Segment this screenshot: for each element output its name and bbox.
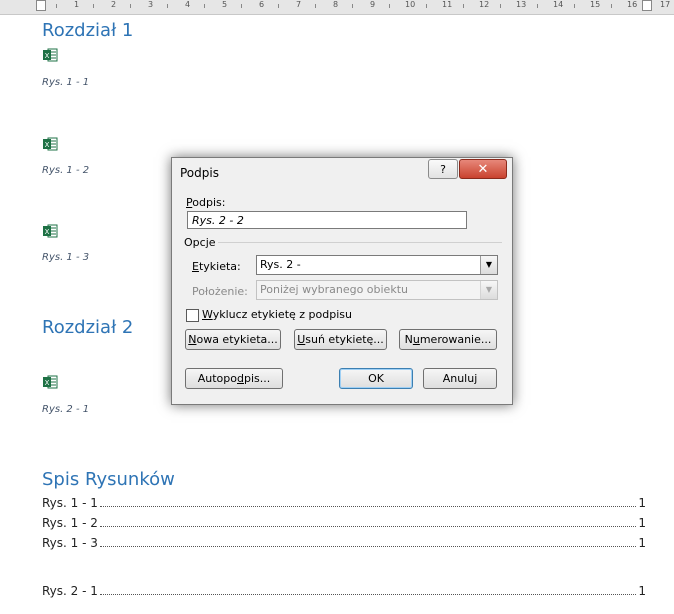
caption-field-label-rest: odpis: bbox=[192, 196, 226, 209]
ruler-number: 9 bbox=[370, 0, 376, 9]
toc-entry[interactable]: Rys. 2 - 1 1 bbox=[42, 584, 646, 598]
toc-entry-label: Rys. 1 - 1 bbox=[42, 496, 98, 510]
ruler-number: 16 bbox=[627, 0, 638, 9]
position-select-value: Poniżej wybranego obiektu bbox=[260, 283, 408, 296]
ruler-number: 1 bbox=[74, 0, 80, 9]
ruler-tick bbox=[574, 4, 575, 8]
ruler-number: 12 bbox=[479, 0, 490, 9]
ruler-tick bbox=[93, 4, 94, 8]
toc-entry-label: Rys. 1 - 2 bbox=[42, 516, 98, 530]
excel-icon[interactable]: X bbox=[42, 223, 58, 239]
toc-entry[interactable]: Rys. 1 - 1 1 bbox=[42, 496, 646, 510]
ruler-number: 13 bbox=[516, 0, 527, 9]
ruler-right-indent-marker[interactable] bbox=[642, 0, 652, 11]
figure-caption: Rys. 2 - 1 bbox=[42, 404, 90, 415]
ruler-number: 11 bbox=[442, 0, 453, 9]
ruler-tick bbox=[352, 4, 353, 8]
label-select-value: Rys. 2 - bbox=[260, 258, 301, 271]
excel-icon[interactable]: X bbox=[42, 374, 58, 390]
toc-entry-page: 1 bbox=[638, 516, 646, 530]
ruler-tick bbox=[500, 4, 501, 8]
delete-label-button[interactable]: Usuń etykietę... bbox=[294, 329, 387, 350]
label-select[interactable]: Rys. 2 - ▼ bbox=[256, 255, 498, 275]
excel-icon[interactable]: X bbox=[42, 47, 58, 63]
ruler-number: 10 bbox=[405, 0, 416, 9]
ruler-tick bbox=[463, 4, 464, 8]
ruler-number: 15 bbox=[590, 0, 601, 9]
ruler-number: 6 bbox=[259, 0, 265, 9]
toc-entry[interactable]: Rys. 1 - 2 1 bbox=[42, 516, 646, 530]
ruler-tick bbox=[537, 4, 538, 8]
ruler-number: 2 bbox=[111, 0, 117, 9]
ruler-number: 3 bbox=[148, 0, 154, 9]
ruler-number: 14 bbox=[553, 0, 564, 9]
toc-entry-page: 1 bbox=[638, 584, 646, 598]
table-of-figures-heading: Spis Rysunków bbox=[42, 469, 175, 490]
label-field-label: Etykieta: bbox=[192, 260, 241, 273]
ruler-tick bbox=[315, 4, 316, 8]
figure-caption: Rys. 1 - 3 bbox=[42, 252, 90, 263]
chapter-2-heading: Rozdział 2 bbox=[42, 317, 134, 338]
toc-entry-page: 1 bbox=[638, 536, 646, 550]
ruler-number: 17 bbox=[660, 0, 671, 9]
options-separator bbox=[218, 242, 502, 243]
position-select[interactable]: Poniżej wybranego obiektu ▼ bbox=[256, 280, 498, 300]
dialog-title: Podpis bbox=[180, 166, 219, 180]
chapter-1-heading: Rozdział 1 bbox=[42, 20, 134, 41]
figure-caption: Rys. 1 - 2 bbox=[42, 165, 90, 176]
caption-dialog: Podpis ? ✕ Podpis: Rys. 2 - 2 Opcje Etyk… bbox=[171, 157, 513, 405]
caption-input[interactable]: Rys. 2 - 2 bbox=[187, 211, 467, 229]
options-group-label: Opcje bbox=[184, 236, 216, 249]
svg-text:X: X bbox=[45, 52, 50, 60]
numbering-button[interactable]: Nu merowanie... bbox=[399, 329, 497, 350]
ruler-tick bbox=[56, 4, 57, 8]
cancel-button[interactable]: Anuluj bbox=[423, 368, 497, 389]
close-button[interactable]: ✕ bbox=[459, 159, 507, 179]
chevron-down-icon[interactable]: ▼ bbox=[480, 281, 497, 299]
ruler-left-indent-marker[interactable] bbox=[36, 0, 46, 11]
figure-caption: Rys. 1 - 1 bbox=[42, 77, 90, 88]
chevron-down-icon[interactable]: ▼ bbox=[480, 256, 497, 274]
horizontal-ruler[interactable]: 1 2 3 4 5 6 7 8 9 10 11 12 13 14 15 16 1… bbox=[0, 0, 674, 15]
new-label-button[interactable]: Nowa etykieta... bbox=[185, 329, 281, 350]
toc-entry-label: Rys. 1 - 3 bbox=[42, 536, 98, 550]
svg-text:X: X bbox=[45, 379, 50, 387]
exclude-label-checkbox[interactable] bbox=[186, 309, 199, 322]
help-button[interactable]: ? bbox=[428, 159, 458, 179]
ruler-tick bbox=[389, 4, 390, 8]
ruler-number: 7 bbox=[296, 0, 302, 9]
caption-field-label: Podpis: bbox=[186, 196, 226, 209]
autocaption-button[interactable]: Autopo d pis... bbox=[185, 368, 283, 389]
toc-leader-dots bbox=[99, 517, 637, 527]
ruler-tick bbox=[167, 4, 168, 8]
svg-text:X: X bbox=[45, 141, 50, 149]
svg-text:X: X bbox=[45, 228, 50, 236]
ruler-tick bbox=[278, 4, 279, 8]
exclude-label-text[interactable]: Wyklucz etykietę z podpisu bbox=[202, 308, 352, 321]
ruler-tick bbox=[130, 4, 131, 8]
toc-leader-dots bbox=[99, 585, 637, 595]
excel-icon[interactable]: X bbox=[42, 136, 58, 152]
ok-button[interactable]: OK bbox=[339, 368, 413, 389]
ruler-number: 8 bbox=[333, 0, 339, 9]
ruler-tick bbox=[426, 4, 427, 8]
position-field-label: Położenie: bbox=[192, 285, 248, 298]
toc-leader-dots bbox=[99, 537, 637, 547]
toc-entry-label: Rys. 2 - 1 bbox=[42, 584, 98, 598]
ruler-tick bbox=[611, 4, 612, 8]
ruler-number: 4 bbox=[185, 0, 191, 9]
toc-entry-page: 1 bbox=[638, 496, 646, 510]
toc-entry[interactable]: Rys. 1 - 3 1 bbox=[42, 536, 646, 550]
ruler-tick bbox=[204, 4, 205, 8]
toc-leader-dots bbox=[99, 497, 637, 507]
ruler-number: 5 bbox=[222, 0, 228, 9]
ruler-tick bbox=[241, 4, 242, 8]
